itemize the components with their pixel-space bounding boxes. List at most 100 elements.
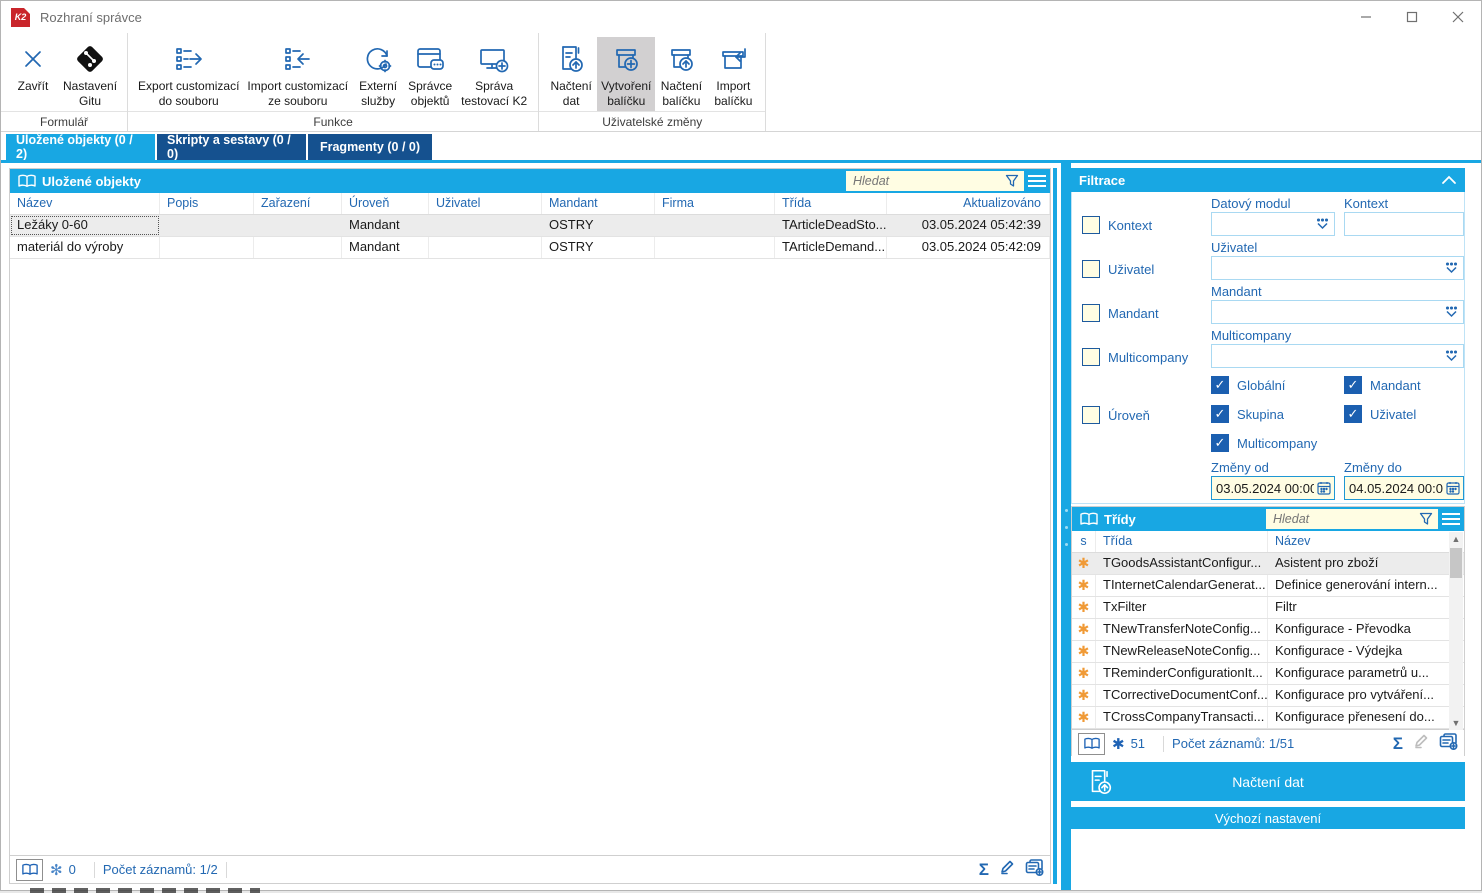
column-header-uroven[interactable]: Úroveň — [342, 193, 429, 214]
git-settings-button[interactable]: Nastavení Gitu — [59, 37, 121, 111]
column-header-trida[interactable]: Třída — [1096, 531, 1268, 552]
create-package-button[interactable]: Vytvoření balíčku — [597, 37, 655, 111]
asterisk-filter-icon[interactable]: ✻ — [50, 861, 63, 879]
table-menu-icon[interactable] — [1024, 171, 1050, 191]
column-header-nazev[interactable]: Název — [1268, 531, 1464, 552]
classes-search-box — [1266, 509, 1438, 529]
calendar-icon[interactable] — [1317, 481, 1331, 495]
tab-skripty-a-sestavy[interactable]: Skripty a sestavy (0 / 0) — [157, 134, 306, 160]
minimize-button[interactable] — [1343, 1, 1389, 33]
checkbox-unchecked-icon[interactable] — [1082, 304, 1100, 322]
close-button[interactable] — [1435, 1, 1481, 33]
sum-icon[interactable]: Σ — [979, 860, 989, 880]
checkbox-unchecked-icon[interactable] — [1082, 216, 1100, 234]
search-box — [846, 171, 1024, 191]
column-header-zarazeni[interactable]: Zařazení — [254, 193, 342, 214]
filter-checkbox-mandant[interactable]: Mandant — [1082, 304, 1159, 322]
column-header-firma[interactable]: Firma — [655, 193, 775, 214]
kontext-input[interactable] — [1344, 212, 1464, 236]
close-form-button[interactable]: Zavřít — [7, 37, 59, 96]
filter-checkbox-kontext[interactable]: Kontext — [1082, 216, 1152, 234]
filter-checkbox-multicompany[interactable]: Multicompany — [1082, 348, 1188, 366]
tab-fragmenty[interactable]: Fragmenty (0 / 0) — [308, 134, 432, 160]
checkbox-checked-icon[interactable]: ✓ — [1211, 405, 1229, 423]
column-header-mandant[interactable]: Mandant — [542, 193, 655, 214]
filter-checkbox-uroven[interactable]: Úroveň — [1082, 406, 1150, 424]
add-record-icon[interactable] — [1439, 733, 1458, 755]
filter-title: Filtrace — [1079, 173, 1125, 188]
dropdown-icon[interactable] — [1445, 262, 1458, 274]
date-from-field[interactable]: 03.05.2024 00:00:00 — [1211, 476, 1335, 500]
checkbox-checked-icon[interactable]: ✓ — [1211, 376, 1229, 394]
test-k2-button[interactable]: Správa testovací K2 — [456, 37, 532, 111]
book-view-button[interactable] — [16, 859, 43, 881]
object-manager-button[interactable]: Správce objektů — [404, 37, 456, 111]
load-package-button[interactable]: Načtení balíčku — [655, 37, 707, 111]
scroll-thumb[interactable] — [1450, 548, 1462, 578]
filter-checkbox-uzivatel[interactable]: Uživatel — [1082, 260, 1154, 278]
checkbox-unchecked-icon[interactable] — [1082, 260, 1100, 278]
level-checkbox-mandant[interactable]: ✓ Mandant — [1344, 376, 1421, 394]
column-header-aktualizovano[interactable]: Aktualizováno — [887, 193, 1050, 214]
class-row[interactable]: ✱ TInternetCalendarGenerat... Definice g… — [1072, 575, 1464, 597]
book-view-button[interactable] — [1078, 733, 1105, 755]
column-header-uzivatel[interactable]: Uživatel — [429, 193, 542, 214]
asterisk-icon: ✱ — [1078, 687, 1090, 703]
level-checkbox-skupina[interactable]: ✓ Skupina — [1211, 405, 1284, 423]
filter-funnel-icon[interactable] — [1419, 512, 1433, 526]
class-row[interactable]: ✱ TReminderConfigurationIt... Konfigurac… — [1072, 663, 1464, 685]
collapse-chevron-icon[interactable] — [1441, 175, 1457, 185]
column-header-s[interactable]: s — [1072, 531, 1096, 552]
table-row[interactable]: Ležáky 0-60 Mandant OSTRY TArticleDeadSt… — [10, 215, 1050, 237]
tab-ulozene-objekty[interactable]: Uložené objekty (0 / 2) — [6, 134, 155, 160]
asterisk-filter-icon[interactable]: ✱ — [1112, 735, 1125, 753]
classes-search-input[interactable] — [1266, 512, 1419, 526]
table-row[interactable]: materiál do výroby Mandant OSTRY TArticl… — [10, 237, 1050, 259]
column-header-popis[interactable]: Popis — [160, 193, 254, 214]
dropdown-icon[interactable] — [1445, 350, 1458, 362]
datovy-modul-combo[interactable] — [1211, 212, 1335, 236]
external-services-button[interactable]: Externí služby — [352, 37, 404, 111]
class-row[interactable]: ✱ TxFilter Filtr — [1072, 597, 1464, 619]
import-package-button[interactable]: Import balíčku — [707, 37, 759, 111]
panel-splitter-handle[interactable] — [1061, 162, 1071, 891]
uzivatel-combo[interactable] — [1211, 256, 1464, 280]
load-data-button[interactable]: Načtení dat — [545, 37, 597, 111]
class-row[interactable]: ✱ TNewTransferNoteConfig... Konfigurace … — [1072, 619, 1464, 641]
class-row[interactable]: ✱ TCrossCompanyTransacti... Konfigurace … — [1072, 707, 1464, 729]
export-customizations-button[interactable]: Export customizací do souboru — [134, 37, 243, 111]
checkbox-checked-icon[interactable]: ✓ — [1211, 434, 1229, 452]
level-checkbox-multicompany[interactable]: ✓ Multicompany — [1211, 434, 1317, 452]
edit-pencil-icon[interactable] — [1413, 733, 1429, 754]
edit-pencil-icon[interactable] — [999, 859, 1015, 880]
checkbox-checked-icon[interactable]: ✓ — [1344, 376, 1362, 394]
dropdown-icon[interactable] — [1445, 306, 1458, 318]
level-checkbox-uzivatel[interactable]: ✓ Uživatel — [1344, 405, 1416, 423]
classes-scrollbar[interactable]: ▲ ▼ — [1449, 532, 1463, 730]
level-checkbox-globalni[interactable]: ✓ Globální — [1211, 376, 1285, 394]
calendar-icon[interactable] — [1446, 481, 1460, 495]
checkbox-checked-icon[interactable]: ✓ — [1344, 405, 1362, 423]
column-header-trida[interactable]: Třída — [775, 193, 887, 214]
checkbox-unchecked-icon[interactable] — [1082, 348, 1100, 366]
search-input[interactable] — [846, 174, 1005, 188]
sum-icon[interactable]: Σ — [1393, 734, 1403, 754]
scroll-down-icon[interactable]: ▼ — [1452, 716, 1461, 730]
class-row[interactable]: ✱ TCorrectiveDocumentConf... Konfigurace… — [1072, 685, 1464, 707]
import-customizations-button[interactable]: Import customizací ze souboru — [243, 37, 352, 111]
dropdown-icon[interactable] — [1316, 218, 1329, 230]
classes-menu-icon[interactable] — [1438, 509, 1464, 529]
mandant-combo[interactable] — [1211, 300, 1464, 324]
maximize-button[interactable] — [1389, 1, 1435, 33]
load-data-action-button[interactable]: Načtení dat — [1071, 762, 1465, 801]
date-to-field[interactable]: 04.05.2024 00:00:00 — [1344, 476, 1464, 500]
multicompany-combo[interactable] — [1211, 344, 1464, 368]
filter-funnel-icon[interactable] — [1005, 174, 1019, 188]
scroll-up-icon[interactable]: ▲ — [1452, 532, 1461, 546]
column-header-nazev[interactable]: Název — [10, 193, 160, 214]
class-row[interactable]: ✱ TNewReleaseNoteConfig... Konfigurace -… — [1072, 641, 1464, 663]
default-settings-button[interactable]: Výchozí nastavení — [1071, 807, 1465, 829]
add-record-icon[interactable] — [1025, 859, 1044, 881]
checkbox-unchecked-icon[interactable] — [1082, 406, 1100, 424]
class-row[interactable]: ✱ TGoodsAssistantConfigur... Asistent pr… — [1072, 553, 1464, 575]
